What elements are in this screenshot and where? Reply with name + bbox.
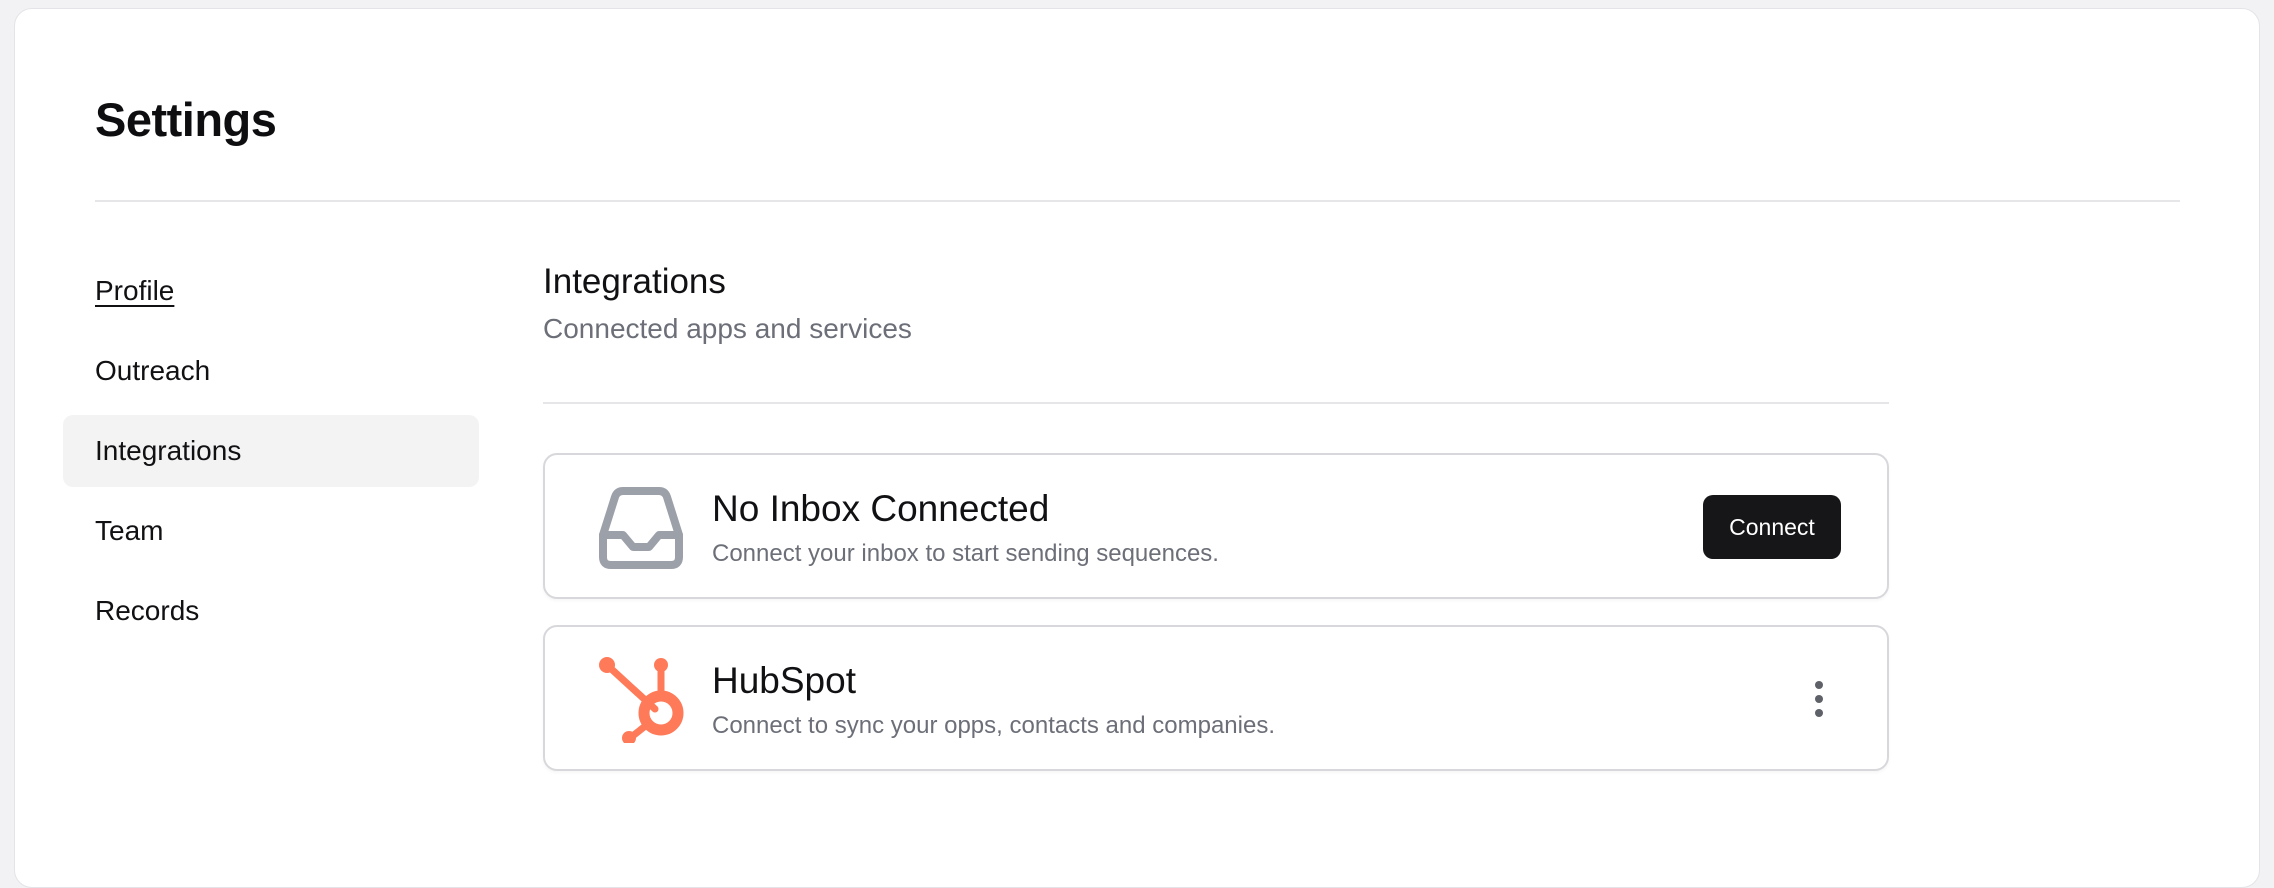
sidebar-item-outreach[interactable]: Outreach <box>63 335 479 407</box>
settings-sidebar: Profile Outreach Integrations Team Recor… <box>63 255 479 655</box>
connect-inbox-button[interactable]: Connect <box>1703 495 1841 559</box>
sidebar-item-profile[interactable]: Profile <box>63 255 479 327</box>
integration-description: Connect to sync your opps, contacts and … <box>712 712 1275 739</box>
sidebar-item-records[interactable]: Records <box>63 575 479 647</box>
more-vertical-icon <box>1815 681 1823 689</box>
page-title: Settings <box>95 93 277 146</box>
sidebar-item-label: Records <box>95 595 200 626</box>
sidebar-item-label: Profile <box>95 275 175 306</box>
integration-name: HubSpot <box>712 660 856 701</box>
integrations-section: Integrations Connected apps and services… <box>543 261 1889 771</box>
inbox-tray-icon <box>595 485 687 571</box>
sidebar-item-integrations[interactable]: Integrations <box>63 415 479 487</box>
sidebar-item-team[interactable]: Team <box>63 495 479 567</box>
sidebar-item-label: Outreach <box>95 355 211 386</box>
sidebar-item-label: Team <box>95 515 164 546</box>
section-subtitle: Connected apps and services <box>543 313 912 344</box>
integration-card-inbox: No Inbox Connected Connect your inbox to… <box>543 453 1889 599</box>
more-vertical-icon <box>1815 709 1823 717</box>
hubspot-logo-icon <box>595 657 687 745</box>
section-title: Integrations <box>543 262 726 301</box>
integration-name: No Inbox Connected <box>712 488 1050 529</box>
integration-card-hubspot: HubSpot Connect to sync your opps, conta… <box>543 625 1889 771</box>
integration-description: Connect your inbox to start sending sequ… <box>712 540 1219 567</box>
section-divider <box>543 402 1889 404</box>
title-divider <box>95 200 2180 202</box>
sidebar-item-label: Integrations <box>95 435 242 466</box>
settings-page: Settings Profile Outreach Integrations T… <box>14 8 2260 888</box>
more-vertical-icon <box>1815 695 1823 703</box>
more-options-button[interactable] <box>1799 675 1839 723</box>
